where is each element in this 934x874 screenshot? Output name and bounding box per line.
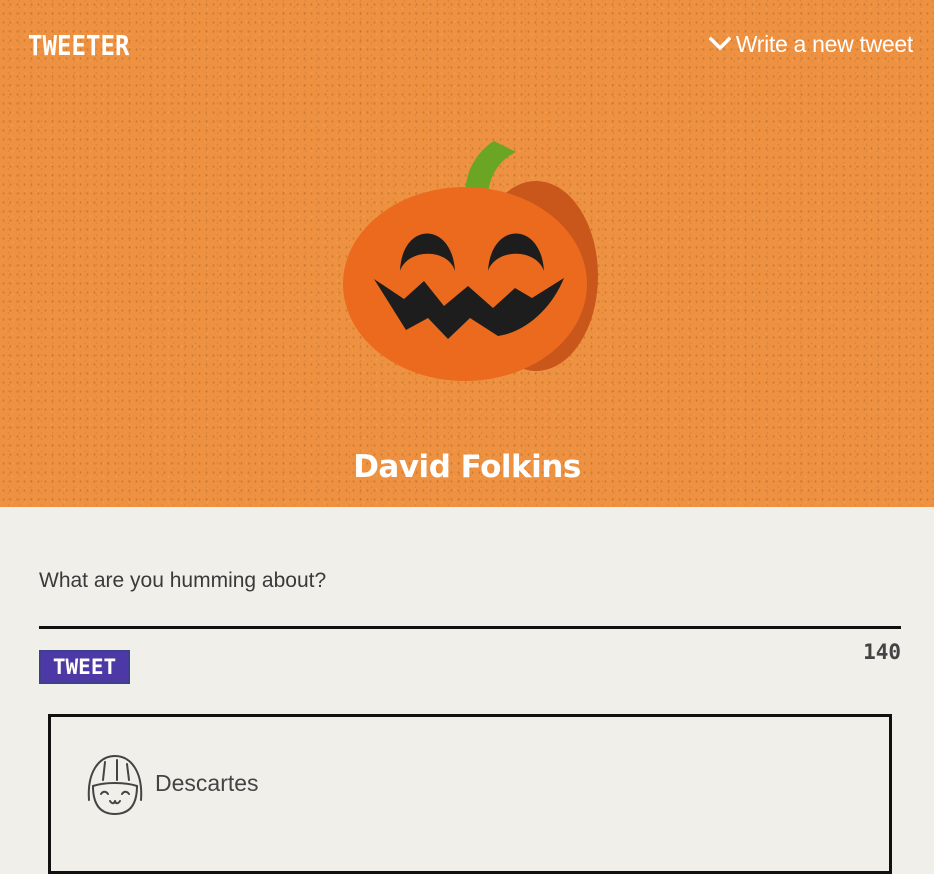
tweet-author: Descartes (155, 770, 259, 796)
write-new-tweet-label: Write a new tweet (735, 31, 914, 57)
write-new-tweet-toggle[interactable]: Write a new tweet (708, 30, 914, 58)
smiling-face-avatar-icon (87, 755, 143, 815)
tweet-card: Descartes (48, 714, 892, 874)
tweet-input[interactable] (39, 556, 901, 629)
app-logo[interactable]: TWEETER (28, 30, 129, 62)
tweet-submit-button[interactable]: TWEET (39, 650, 130, 684)
character-counter: 140 (863, 640, 901, 664)
chevron-down-icon (708, 36, 731, 51)
tweet-composer: TWEET 140 (39, 556, 901, 684)
jack-o-lantern-pumpkin-icon (343, 141, 598, 381)
profile-header: TWEETER Write a new tweet David Folkins (0, 0, 934, 507)
profile-name: David Folkins (353, 449, 581, 485)
